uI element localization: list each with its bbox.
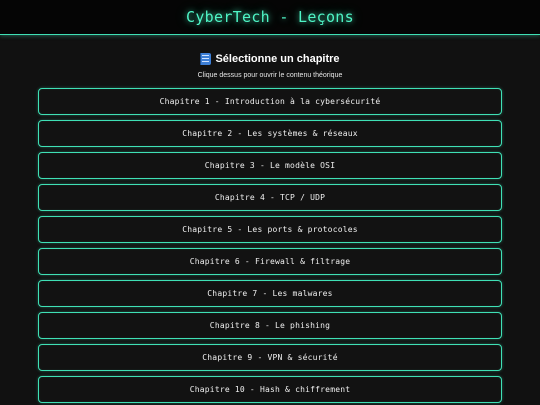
section-subtitle: Clique dessus pour ouvrir le contenu thé… [197, 72, 343, 79]
chapter-label: Chapitre 4 - TCP / UDP [214, 193, 326, 202]
section-title: Sélectionne un chapitre [215, 53, 340, 65]
chapter-button-6[interactable]: Chapitre 6 - Firewall & filtrage [38, 248, 502, 275]
chapter-button-4[interactable]: Chapitre 4 - TCP / UDP [38, 184, 502, 211]
section-header: Sélectionne un chapitre [0, 50, 540, 68]
app-header: CyberTech - Leçons [0, 0, 540, 35]
chapter-button-3[interactable]: Chapitre 3 - Le modèle OSI [38, 152, 502, 179]
chapter-label: Chapitre 3 - Le modèle OSI [204, 161, 336, 170]
chapter-label: Chapitre 1 - Introduction à la cybersécu… [159, 97, 381, 106]
chapter-label: Chapitre 8 - Le phishing [209, 321, 331, 330]
chapter-button-5[interactable]: Chapitre 5 - Les ports & protocoles [38, 216, 502, 243]
book-icon [200, 53, 212, 65]
chapter-label: Chapitre 2 - Les systèmes & réseaux [182, 129, 358, 138]
app-title: CyberTech - Leçons [186, 8, 354, 26]
chapter-button-2[interactable]: Chapitre 2 - Les systèmes & réseaux [38, 120, 502, 147]
chapter-button-8[interactable]: Chapitre 8 - Le phishing [38, 312, 502, 339]
chapter-label: Chapitre 5 - Les ports & protocoles [182, 225, 358, 234]
chapter-button-7[interactable]: Chapitre 7 - Les malwares [38, 280, 502, 307]
chapter-label: Chapitre 7 - Les malwares [207, 289, 333, 298]
chapter-label: Chapitre 10 - Hash & chiffrement [189, 385, 351, 394]
chapter-button-1[interactable]: Chapitre 1 - Introduction à la cybersécu… [38, 88, 502, 115]
chapter-button-9[interactable]: Chapitre 9 - VPN & sécurité [38, 344, 502, 371]
chapter-label: Chapitre 9 - VPN & sécurité [202, 353, 338, 362]
chapter-button-10[interactable]: Chapitre 10 - Hash & chiffrement [38, 376, 502, 403]
chapter-list: Chapitre 1 - Introduction à la cybersécu… [38, 88, 502, 405]
chapter-label: Chapitre 6 - Firewall & filtrage [189, 257, 351, 266]
